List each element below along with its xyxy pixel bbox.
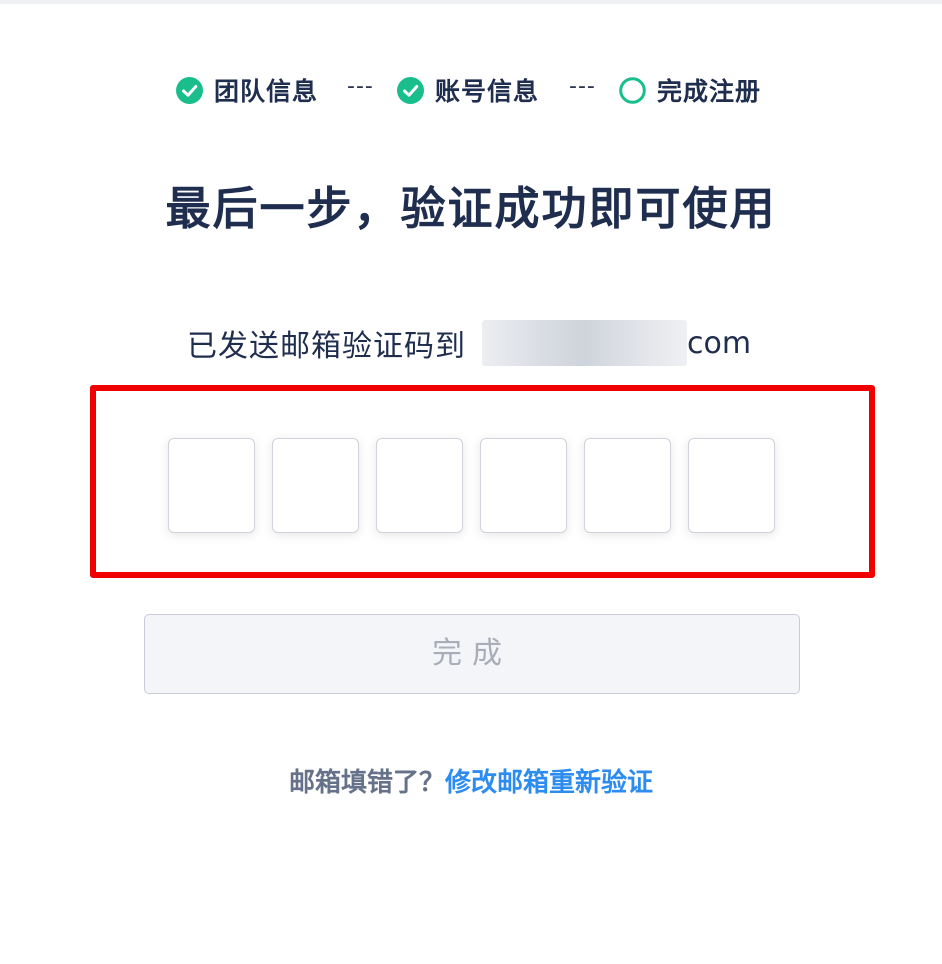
step-label: 团队信息 [214, 77, 319, 106]
masked-email [482, 320, 687, 366]
check-circle-icon [397, 76, 424, 104]
step-separator: --- [569, 74, 596, 99]
email-suffix: com [687, 325, 752, 361]
code-digit-1-input[interactable] [168, 438, 255, 533]
sent-to-text: 已发送邮箱验证码到 [187, 329, 466, 364]
code-digit-4-input[interactable] [480, 438, 567, 533]
page-title: 最后一步，验证成功即可使用 [165, 182, 777, 235]
step-label: 账号信息 [435, 77, 540, 106]
top-divider [0, 0, 942, 4]
circle-outline-icon [619, 76, 646, 104]
page: 团队信息 --- 账号信息 --- 完成注册 最后一步，验证成功即可使用 已发送… [0, 0, 942, 964]
registration-steps: 团队信息 --- 账号信息 --- 完成注册 [0, 70, 942, 110]
step-team-info: 团队信息 [176, 70, 318, 110]
step-separator: --- [347, 74, 374, 99]
step-account-info: 账号信息 [397, 70, 539, 110]
code-digit-3-input[interactable] [376, 438, 463, 533]
code-digit-5-input[interactable] [584, 438, 671, 533]
code-digit-2-input[interactable] [272, 438, 359, 533]
change-email-link[interactable]: 修改邮箱重新验证 [445, 768, 653, 798]
step-complete-registration: 完成注册 [619, 70, 761, 110]
complete-button[interactable]: 完成 [144, 614, 800, 694]
check-circle-icon [176, 76, 203, 104]
wrong-email-question: 邮箱填错了？ [288, 768, 445, 798]
code-digit-6-input[interactable] [688, 438, 775, 533]
change-email-footer: 邮箱填错了？修改邮箱重新验证 [0, 762, 942, 799]
step-label: 完成注册 [657, 77, 762, 106]
sent-to-line: 已发送邮箱验证码到 com [187, 320, 751, 366]
